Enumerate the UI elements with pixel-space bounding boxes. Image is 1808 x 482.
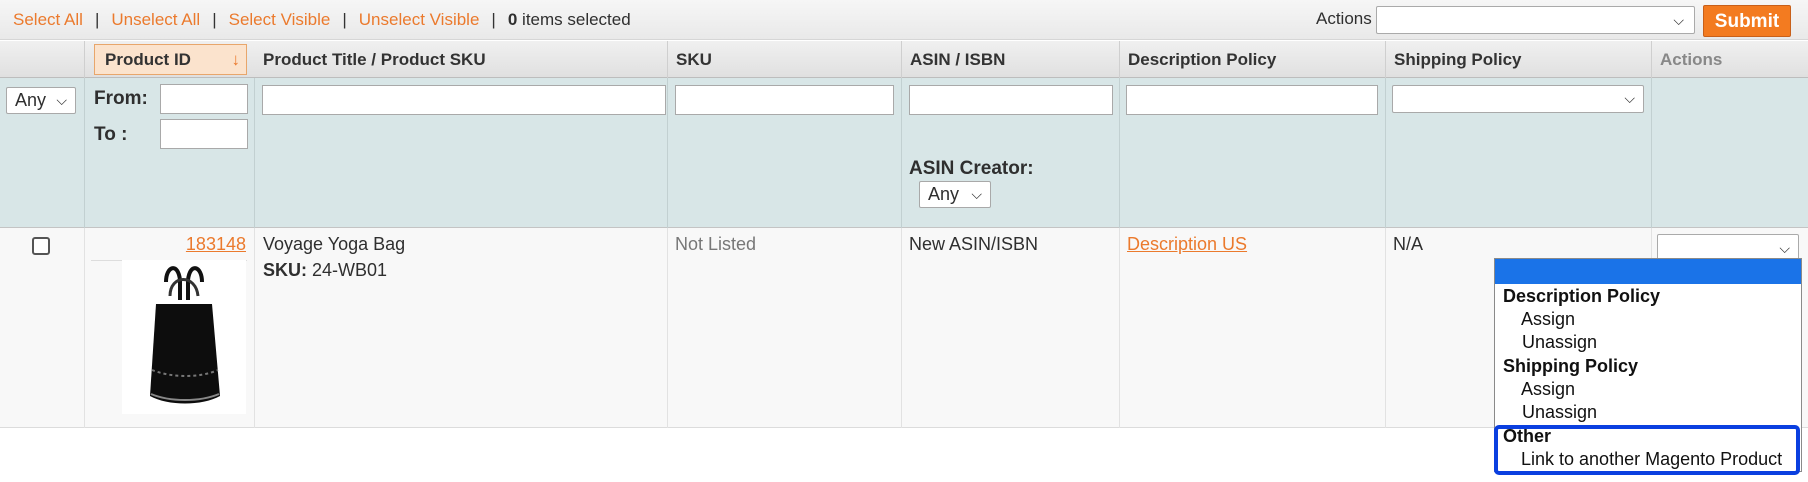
asin-creator-label: ASIN Creator: <box>909 158 1034 179</box>
sku-filter-input[interactable] <box>675 85 894 115</box>
chevron-down-icon: ⌵ <box>1779 240 1790 256</box>
massaction-filter-value: Any <box>15 90 47 110</box>
asin-value: New ASIN/ISBN <box>909 234 1039 254</box>
massaction-links: Select All | Unselect All | Select Visible | U… <box>13 10 631 30</box>
mass-actions-select[interactable]: ⌵ <box>1376 6 1695 34</box>
asin-filter-input[interactable] <box>909 85 1113 115</box>
chevron-down-icon: ⌵ <box>56 92 67 108</box>
separator: | <box>212 10 217 29</box>
selected-count: 0 <box>507 10 518 29</box>
separator: | <box>94 10 100 29</box>
filter-actions-cell <box>1652 78 1808 228</box>
optgroup-other: Other <box>1503 426 1552 446</box>
selected-suffix: items selected <box>517 10 631 29</box>
product-sku-line: SKU: 24-WB01 <box>263 260 659 281</box>
filter-asin-cell: ASIN Creator: Any ⌵ <box>902 78 1120 228</box>
product-title: Voyage Yoga Bag <box>263 234 406 254</box>
unselect-all-link[interactable]: Unselect All <box>111 10 200 29</box>
option-description-assign[interactable]: Assign <box>1495 308 1801 331</box>
sku-label: SKU: <box>263 260 307 280</box>
massaction-filter-select[interactable]: Any ⌵ <box>6 87 76 114</box>
separator: | <box>342 10 347 29</box>
header-description-policy[interactable]: Description Policy <box>1120 41 1386 78</box>
optgroup-shipping-policy: Shipping Policy <box>1503 356 1639 376</box>
massaction-bar: Select All | Unselect All | Select Visible | U… <box>0 0 1808 40</box>
description-policy-link[interactable]: Description US <box>1127 234 1247 254</box>
header-title-sku[interactable]: Product Title / Product SKU <box>255 41 668 78</box>
description-filter-input[interactable] <box>1126 85 1378 115</box>
optgroup-description-policy: Description Policy <box>1503 286 1661 306</box>
option-link-magento-product[interactable]: Link to another Magento Product <box>1495 448 1801 471</box>
filter-shipping-cell: ⌵ <box>1386 78 1652 228</box>
row-title-cell: Voyage Yoga Bag SKU: 24-WB01 <box>255 228 668 428</box>
sort-down-arrow-icon: ↓ <box>231 50 241 69</box>
actions-label: Actions <box>1316 9 1372 28</box>
to-label: To : <box>94 124 128 145</box>
option-shipping-unassign[interactable]: Unassign <box>1495 401 1801 424</box>
row-checkbox-cell <box>0 228 85 428</box>
unselect-visible-link[interactable]: Unselect Visible <box>359 10 480 29</box>
header-actions: Actions <box>1660 50 1723 69</box>
header-shipping-policy[interactable]: Shipping Policy <box>1386 41 1652 78</box>
filter-product-id-cell: From: To : <box>85 78 255 228</box>
dropdown-blank-option[interactable] <box>1495 259 1801 284</box>
separator: | <box>491 10 496 29</box>
filter-title-cell <box>255 78 668 228</box>
sku-value: 24-WB01 <box>312 260 388 280</box>
tote-bag-image <box>150 266 220 404</box>
header-product-id[interactable]: Product ID ↓ <box>94 44 247 75</box>
product-thumbnail <box>122 260 246 414</box>
shipping-policy-value: N/A <box>1393 234 1424 254</box>
filter-row: Any ⌵ From: To : ASIN Creator: Any ⌵ ⌵ <box>0 78 1808 228</box>
select-all-link[interactable]: Select All <box>13 10 83 29</box>
header-product-id-label: Product ID <box>105 50 191 69</box>
header-massaction <box>0 41 85 78</box>
filter-sku-cell <box>668 78 902 228</box>
filter-description-cell <box>1120 78 1386 228</box>
asin-creator-select[interactable]: Any ⌵ <box>919 181 991 208</box>
header-sku[interactable]: SKU <box>668 41 902 78</box>
option-shipping-assign[interactable]: Assign <box>1495 378 1801 401</box>
product-id-from-input[interactable] <box>160 84 248 114</box>
title-filter-input[interactable] <box>262 85 666 115</box>
submit-button[interactable]: Submit <box>1703 5 1791 37</box>
header-asin[interactable]: ASIN / ISBN <box>902 41 1120 78</box>
chevron-down-icon: ⌵ <box>1673 12 1684 28</box>
row-sku-cell: Not Listed <box>668 228 902 428</box>
listing-status: Not Listed <box>675 234 757 254</box>
asin-creator-value: Any <box>928 184 960 204</box>
row-action-dropdown: Description Policy Assign Unassign Shipp… <box>1494 258 1802 472</box>
select-visible-link[interactable]: Select Visible <box>229 10 331 29</box>
from-label: From: <box>94 88 148 109</box>
option-description-unassign[interactable]: Unassign <box>1495 331 1801 354</box>
product-id-to-input[interactable] <box>160 119 248 149</box>
row-product-id-cell: 183148 <box>85 228 255 428</box>
product-id-link[interactable]: 183148 <box>186 234 246 255</box>
row-checkbox[interactable] <box>32 237 50 255</box>
grid-header: Product ID ↓ Product Title / Product SKU… <box>0 41 1808 78</box>
row-description-cell: Description US <box>1120 228 1386 428</box>
chevron-down-icon: ⌵ <box>971 186 982 202</box>
row-asin-cell: New ASIN/ISBN <box>902 228 1120 428</box>
selected-count-text: 0 items selected <box>508 10 631 29</box>
filter-massaction-cell: Any ⌵ <box>0 78 85 228</box>
shipping-filter-select[interactable]: ⌵ <box>1392 85 1644 113</box>
chevron-down-icon: ⌵ <box>1624 90 1635 106</box>
